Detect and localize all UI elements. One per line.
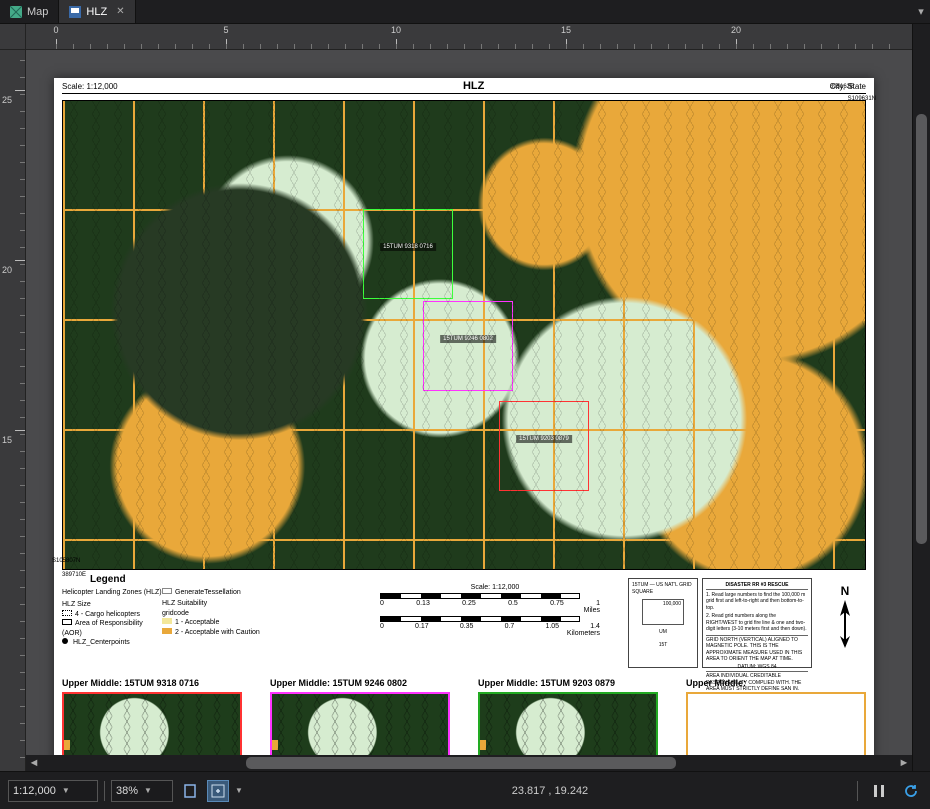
inset-label: Upper Middle: 15TUM 9203 0879	[478, 678, 658, 688]
pause-draw-button[interactable]	[868, 780, 890, 802]
km-unit: Kilometers	[380, 630, 600, 637]
zoom-full-page-button[interactable]	[179, 780, 201, 802]
ruler-vertical[interactable]: 25 20 15	[0, 50, 26, 771]
tab-strip: Map HLZ ✕ ▾	[0, 0, 930, 24]
layout-icon	[69, 6, 81, 18]
legend-col-1: Helicopter Landing Zones (HLZ) HLZ Size …	[62, 588, 162, 648]
fit-icon	[211, 784, 225, 798]
ruler-h-label: 15	[561, 25, 571, 35]
page-header: Scale: 1:12,000 HLZ City, State	[62, 80, 866, 94]
layout-page[interactable]: Scale: 1:12,000 HLZ City, State S109631N…	[54, 78, 874, 771]
scale-combo[interactable]: 1:12,000 ▼	[8, 780, 98, 802]
legend-title: Legend	[90, 574, 126, 585]
legend-col-2: GenerateTessellation HLZ Suitability gri…	[162, 588, 282, 637]
grid-info-box: 15TUM — US NAT'L GRID SQUARE 100,000 UM …	[628, 578, 698, 668]
zoom-fit-button[interactable]	[207, 780, 229, 802]
divider	[104, 781, 105, 801]
inset-label: Upper Middle:	[686, 678, 866, 688]
tab-hlz-label: HLZ	[86, 6, 107, 18]
legend-item: HLZ_Centerpoints	[62, 638, 162, 647]
hlz-magenta-label: 15TUM 9246 0802	[440, 335, 496, 343]
chevron-down-icon: ▼	[62, 786, 70, 795]
hlz-red-label: 15TUM 9203 0879	[516, 435, 572, 443]
ruler-corner	[0, 24, 26, 50]
main-map-frame[interactable]: 15TUM 9318 0716 15TUM 9246 0802 15TUM 92…	[62, 100, 866, 570]
status-bar: 1:12,000 ▼ 38% ▼ ▼ 23.817 , 19.242	[0, 771, 930, 809]
north-label: N	[841, 584, 850, 598]
scale-value: 1:12,000	[13, 785, 56, 797]
scale-bar: Scale: 1:12,000 0 0.13 0.25 0.5 0.75 1 M…	[380, 584, 610, 637]
ruler-h-label: 5	[223, 25, 228, 35]
legend-item: Area of Responsibility (AOR)	[62, 619, 162, 638]
ruler-v-label: 20	[2, 265, 12, 275]
legend-subheading: HLZ Suitability	[162, 599, 282, 608]
tab-map-label: Map	[27, 6, 48, 18]
north-arrow: N	[830, 584, 860, 648]
layout-canvas[interactable]: Scale: 1:12,000 HLZ City, State S109631N…	[26, 50, 912, 771]
tab-map[interactable]: Map	[0, 0, 59, 23]
north-arrow-icon	[836, 600, 854, 648]
page-icon	[183, 784, 197, 798]
miles-unit: Miles	[380, 607, 600, 614]
inset-label: Upper Middle: 15TUM 9318 0716	[62, 678, 242, 688]
coordinate-readout: 23.817 , 19.242	[249, 785, 851, 797]
page-scale-text: Scale: 1:12,000	[62, 82, 118, 91]
scroll-right-icon[interactable]: ►	[896, 755, 912, 771]
hscroll-thumb[interactable]	[246, 757, 676, 769]
status-right	[857, 780, 922, 802]
page-title: HLZ	[463, 80, 484, 92]
divider	[857, 781, 858, 801]
legend-subheading: HLZ Size	[62, 600, 162, 609]
tab-hlz[interactable]: HLZ ✕	[59, 0, 135, 23]
ruler-v-label: 15	[2, 435, 12, 445]
close-icon[interactable]: ✕	[116, 6, 124, 17]
scroll-left-icon[interactable]: ◄	[26, 755, 42, 771]
zoom-value: 38%	[116, 785, 138, 797]
grid-ref: 395162E	[830, 84, 854, 90]
hlz-box-magenta[interactable]: 15TUM 9246 0802	[423, 301, 513, 391]
refresh-button[interactable]	[900, 780, 922, 802]
horizontal-scrollbar[interactable]: ◄ ►	[26, 755, 912, 771]
refresh-icon	[904, 784, 918, 798]
hlz-box-green[interactable]: 15TUM 9318 0716	[363, 209, 453, 299]
map-surround: Legend Helicopter Landing Zones (HLZ) HL…	[62, 574, 866, 694]
tabs-dropdown-icon[interactable]: ▾	[912, 0, 930, 23]
scale-text: Scale: 1:12,000	[380, 584, 610, 591]
ruler-h-label: 20	[731, 25, 741, 35]
hlz-box-red[interactable]: 15TUM 9203 0879	[499, 401, 589, 491]
map-icon	[10, 6, 22, 18]
grid-ref: S105807N	[52, 558, 80, 564]
pause-icon	[873, 785, 885, 797]
ruler-h-label: 0	[53, 25, 58, 35]
chevron-down-icon[interactable]: ▼	[235, 786, 243, 795]
vscroll-thumb[interactable]	[916, 114, 927, 544]
zoom-combo[interactable]: 38% ▼	[111, 780, 173, 802]
chevron-down-icon: ▼	[144, 786, 152, 795]
ruler-v-label: 25	[2, 95, 12, 105]
vertical-scrollbar[interactable]	[912, 24, 930, 771]
legend-item: 4 - Cargo helicopters	[62, 610, 162, 619]
layout-area: 0 5 10 15 20 /*placeholder*/ 25 20 15 Sc…	[0, 24, 912, 771]
ruler-h-label: 10	[391, 25, 401, 35]
legend-item: 1 - Acceptable	[162, 618, 282, 627]
instructions-box: DISASTER RR #3 RESCUE 1. Read large numb…	[702, 578, 812, 668]
legend-gridcode: gridcode	[162, 609, 282, 618]
hlz-green-label: 15TUM 9318 0716	[380, 243, 436, 251]
inset-label: Upper Middle: 15TUM 9246 0802	[270, 678, 450, 688]
ruler-horizontal[interactable]: 0 5 10 15 20 /*placeholder*/	[26, 24, 912, 50]
legend-item: 2 - Acceptable with Caution	[162, 628, 282, 637]
legend-item: GenerateTessellation	[162, 588, 282, 597]
legend-heading: Helicopter Landing Zones (HLZ)	[62, 588, 162, 597]
tab-spacer	[136, 0, 912, 23]
